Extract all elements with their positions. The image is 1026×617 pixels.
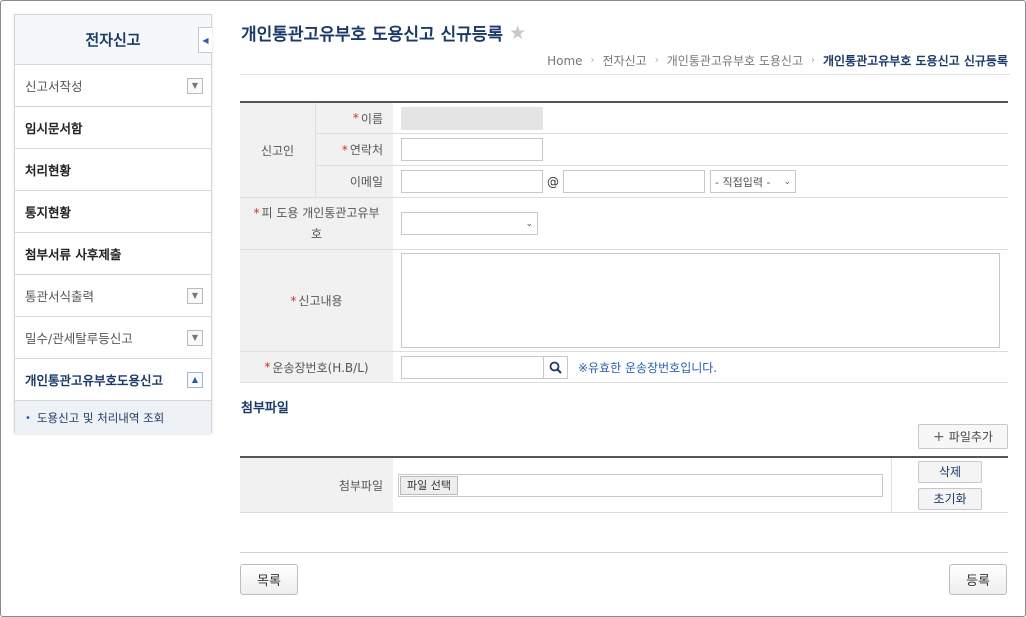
email-at-sign: @ <box>547 174 559 189</box>
search-icon <box>549 361 562 374</box>
breadcrumb-code-theft-report[interactable]: 개인통관고유부호 도용신고 <box>667 52 803 69</box>
chevron-down-icon: ⌄ <box>783 176 791 187</box>
page-title: 개인통관고유부호 도용신고 신규등록 ★ <box>241 20 526 46</box>
register-button[interactable]: 등록 <box>949 564 1007 595</box>
stolen-code-label: * 피 도용 개인통관고유부호 <box>240 198 393 249</box>
sidebar-item-customs-forms[interactable]: 통관서식출력 ▼ <box>15 275 211 317</box>
required-mark: * <box>264 360 271 374</box>
waybill-cell: ※유효한 운송장번호입니다. <box>393 352 725 382</box>
delete-file-button[interactable]: 삭제 <box>918 460 982 483</box>
phone-cell <box>393 134 551 165</box>
name-label-text: 이름 <box>360 111 383 126</box>
attachment-file-cell: 파일 선택 <box>393 458 892 512</box>
waybill-label: * 운송장번호(H.B/L) <box>240 352 393 382</box>
breadcrumb: Home › 전자신고 › 개인통관고유부호 도용신고 › 개인통관고유부호 도… <box>547 52 1008 69</box>
sidebar-item-temp-docs[interactable]: 임시문서함 <box>15 107 211 149</box>
required-mark: * <box>341 142 348 157</box>
file-input[interactable]: 파일 선택 <box>398 473 883 497</box>
sidebar-item-label: 임시문서함 <box>25 121 83 136</box>
email-domain-field[interactable] <box>563 170 705 193</box>
chevron-down-icon[interactable]: ▼ <box>187 329 203 346</box>
sidebar-item-label: 통관서식출력 <box>25 289 95 304</box>
sidebar-item-label: 밀수/관세탈루등신고 <box>25 331 133 346</box>
plus-icon: + <box>933 428 945 445</box>
sidebar-collapse-button[interactable]: ◀ <box>198 27 212 53</box>
chevron-right-icon: › <box>590 55 595 66</box>
chevron-down-icon[interactable]: ▼ <box>187 287 203 304</box>
name-label: * 이름 <box>316 103 393 133</box>
add-file-button[interactable]: + 파일추가 <box>918 424 1008 449</box>
reset-files-button[interactable]: 초기화 <box>918 487 982 510</box>
sidebar-item-label: 신고서작성 <box>25 79 83 94</box>
attachment-row-label-text: 첨부파일 <box>338 478 383 493</box>
chevron-right-icon: › <box>811 55 815 66</box>
sidebar-item-label: 개인통관고유부호도용신고 <box>25 373 164 388</box>
content-label-text: 신고내용 <box>298 294 343 308</box>
chevron-down-icon[interactable]: ▼ <box>187 77 203 94</box>
sidebar-subitem-label: 도용신고 및 처리내역 조회 <box>36 411 165 425</box>
sidebar-item-label: 처리현황 <box>25 163 72 178</box>
required-mark: * <box>352 111 359 125</box>
stolen-code-select[interactable]: ⌄ <box>401 212 538 235</box>
sidebar: 전자신고 ◀ 신고서작성 ▼ 임시문서함 처리현황 통지현황 첨부서류 사후제출… <box>14 14 212 435</box>
chevron-down-icon: ⌄ <box>525 218 533 229</box>
choose-file-button[interactable]: 파일 선택 <box>400 475 458 495</box>
add-file-label: 파일추가 <box>948 430 993 444</box>
stolen-code-label-text: 피 도용 개인통관고유부호 <box>261 206 380 241</box>
sidebar-item-attach-later[interactable]: 첨부서류 사후제출 <box>15 233 211 275</box>
email-id-field[interactable] <box>401 170 543 193</box>
sidebar-item-smuggling-report[interactable]: 밀수/관세탈루등신고 ▼ <box>15 317 211 359</box>
search-button[interactable] <box>544 355 568 379</box>
attachments-table: 첨부파일 파일 선택 삭제 초기화 <box>240 456 1008 513</box>
attachment-row-label: 첨부파일 <box>240 458 393 512</box>
reporter-group-text: 신고인 <box>260 143 295 158</box>
chevron-up-icon[interactable]: ▲ <box>187 371 203 388</box>
sidebar-item-write-report[interactable]: 신고서작성 ▼ <box>15 65 211 107</box>
chevron-right-icon: › <box>654 55 659 66</box>
email-domain-select[interactable]: - 직접입력 - ⌄ <box>710 170 796 193</box>
sidebar-item-label: 첨부서류 사후제출 <box>25 247 122 262</box>
sidebar-title: 전자신고 ◀ <box>15 15 212 65</box>
reporter-group-label: 신고인 <box>240 103 316 197</box>
phone-label-text: 연락처 <box>349 143 383 157</box>
content-cell <box>393 250 1008 351</box>
divider <box>240 74 1010 75</box>
phone-field[interactable] <box>401 138 543 161</box>
star-icon[interactable]: ★ <box>509 22 526 44</box>
sidebar-title-text: 전자신고 <box>85 31 141 49</box>
email-label: 이메일 <box>316 166 393 197</box>
breadcrumb-home[interactable]: Home <box>547 54 582 68</box>
content-label: * 신고내용 <box>240 250 393 351</box>
list-button[interactable]: 목록 <box>240 564 298 595</box>
waybill-label-text: 운송장번호(H.B/L) <box>272 360 369 375</box>
waybill-field[interactable] <box>401 355 544 379</box>
phone-label: * 연락처 <box>316 134 393 165</box>
bullet-icon: • <box>25 412 31 424</box>
breadcrumb-current: 개인통관고유부호 도용신고 신규등록 <box>823 54 1008 68</box>
attachments-section-title: 첨부파일 <box>241 401 289 416</box>
name-cell <box>393 103 551 133</box>
email-label-text: 이메일 <box>349 175 383 189</box>
name-field <box>401 106 543 130</box>
divider <box>240 552 1008 553</box>
report-form: 신고인 * 이름 * 연락처 이메일 @ - 직접입력 - ⌄ * 피 도용 개… <box>240 101 1008 383</box>
page-title-text: 개인통관고유부호 도용신고 신규등록 <box>241 25 504 45</box>
content-textarea[interactable] <box>401 253 1000 348</box>
required-mark: * <box>253 206 260 221</box>
waybill-hint: ※유효한 운송장번호입니다. <box>578 360 718 375</box>
stolen-code-cell: ⌄ <box>393 198 546 249</box>
email-domain-select-value: - 직접입력 - <box>715 175 771 189</box>
sidebar-item-code-theft-report[interactable]: 개인통관고유부호도용신고 ▲ <box>15 359 211 401</box>
sidebar-subitem-theft-history[interactable]: • 도용신고 및 처리내역 조회 <box>15 401 211 435</box>
sidebar-item-notice-status[interactable]: 통지현황 <box>15 191 211 233</box>
sidebar-item-label: 통지현황 <box>25 205 72 220</box>
sidebar-item-process-status[interactable]: 처리현황 <box>15 149 211 191</box>
email-cell: @ - 직접입력 - ⌄ <box>393 166 804 197</box>
breadcrumb-electronic-report[interactable]: 전자신고 <box>603 52 647 69</box>
required-mark: * <box>290 293 297 308</box>
attachment-actions: 삭제 초기화 <box>892 458 1008 512</box>
